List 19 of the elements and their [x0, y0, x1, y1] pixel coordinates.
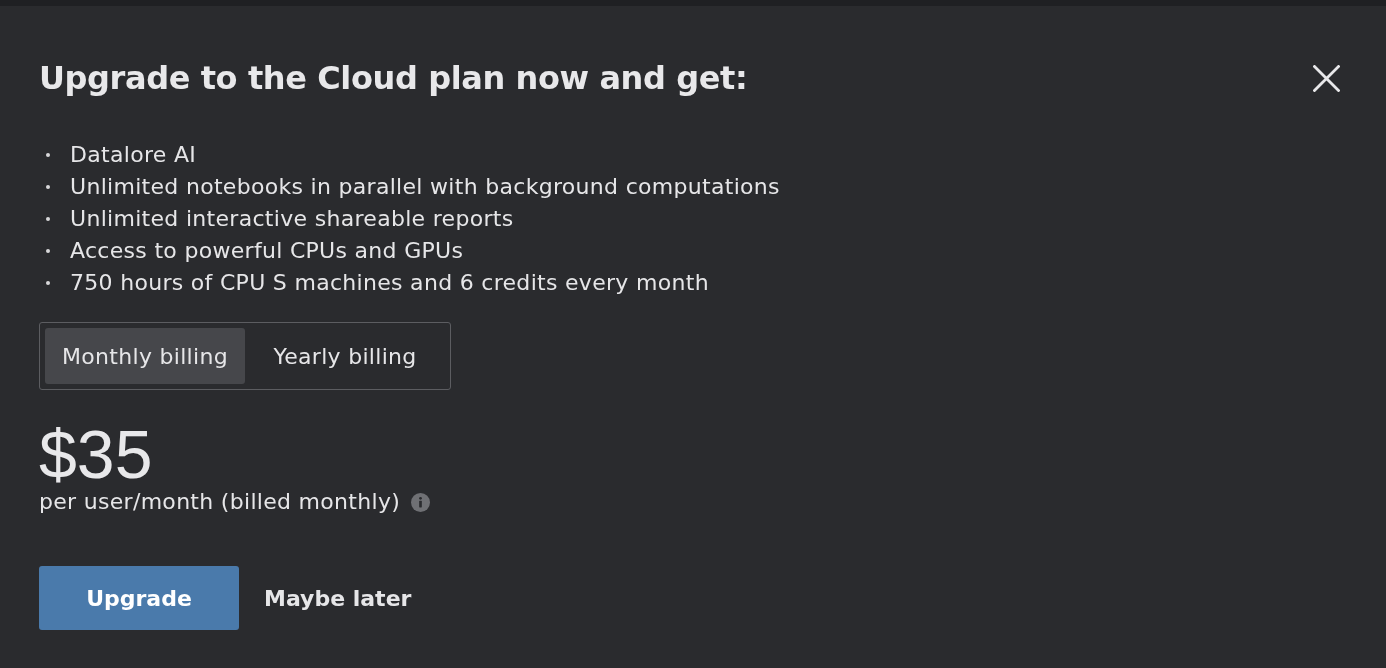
bullet-icon — [46, 281, 50, 285]
close-icon[interactable] — [1313, 64, 1340, 92]
info-icon[interactable] — [411, 492, 431, 512]
feature-text: Access to powerful CPUs and GPUs — [70, 237, 464, 265]
billing-tab[interactable]: Yearly billing — [245, 328, 445, 384]
price: $35 — [39, 420, 153, 488]
feature-text: 750 hours of CPU S machines and 6 credits every month — [70, 269, 709, 297]
bullet-icon — [46, 185, 50, 189]
dialog-title: Upgrade to the Cloud plan now and get: — [39, 59, 748, 97]
bullet-icon — [46, 217, 50, 221]
upgrade-button[interactable]: Upgrade — [39, 566, 239, 630]
feature-text: Unlimited notebooks in parallel with background computations — [70, 173, 780, 201]
feature-text: Datalore AI — [70, 141, 197, 169]
maybe-later-button[interactable]: Maybe later — [264, 585, 412, 611]
bullet-icon — [46, 249, 50, 253]
feature-text: Unlimited interactive shareable reports — [70, 205, 514, 233]
price-note: per user/month (billed monthly) — [39, 488, 401, 516]
billing-tab[interactable]: Monthly billing — [45, 328, 245, 384]
bullet-icon — [46, 153, 50, 157]
